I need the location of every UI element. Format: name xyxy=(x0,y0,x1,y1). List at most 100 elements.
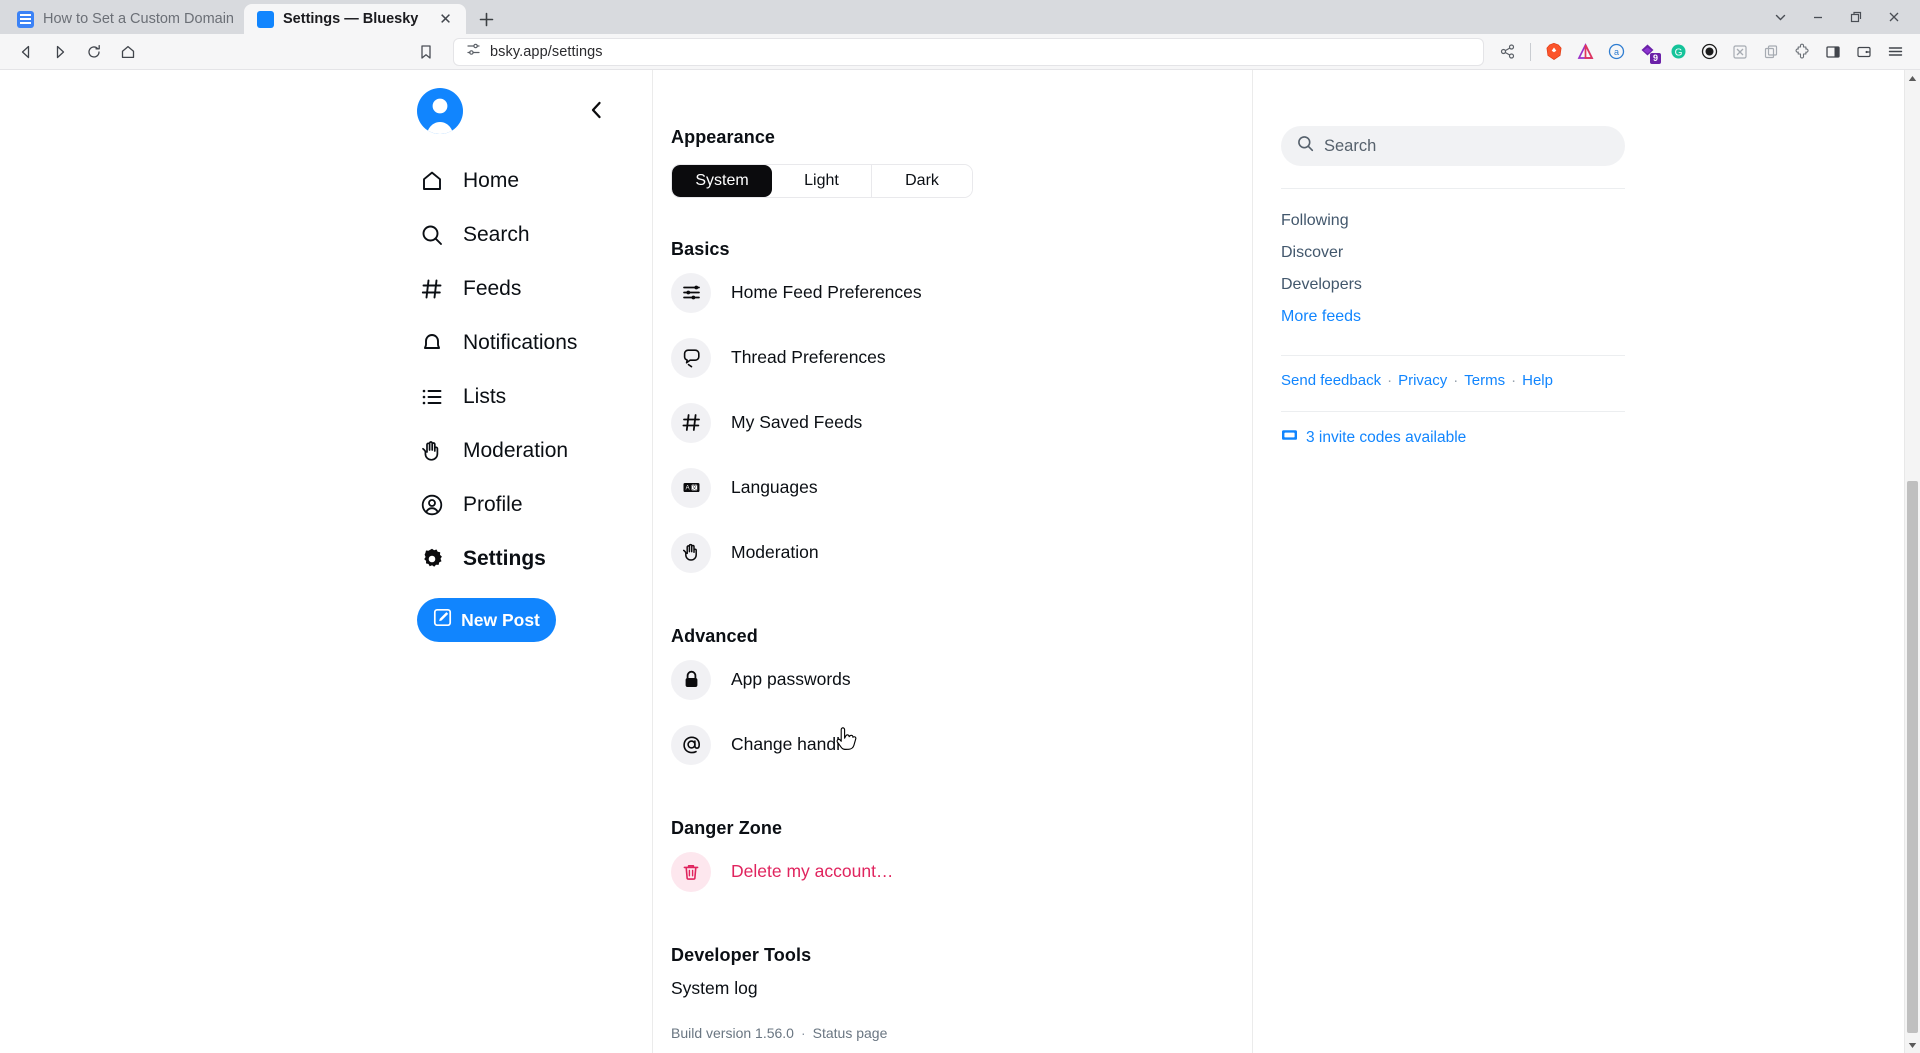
tab-list-chevron-icon[interactable] xyxy=(1762,4,1798,30)
amazon-assistant-icon[interactable]: a xyxy=(1601,38,1631,66)
home-icon[interactable] xyxy=(112,38,144,66)
toolbar-divider xyxy=(1530,43,1531,61)
invite-codes-link[interactable]: 3 invite codes available xyxy=(1281,428,1625,447)
settings-row-delete-my-account[interactable]: Delete my account… xyxy=(671,839,1212,904)
feed-link-following[interactable]: Following xyxy=(1281,205,1625,237)
feed-link-developers[interactable]: Developers xyxy=(1281,269,1625,301)
restore-button[interactable] xyxy=(1838,4,1874,30)
hand-icon xyxy=(419,439,445,463)
sidebar-item-feeds[interactable]: Feeds xyxy=(417,262,617,316)
document-icon xyxy=(17,11,34,28)
browser-extensions-area: a 9 G xyxy=(1492,38,1910,66)
footer-links: Send feedback · Privacy · Terms · Help xyxy=(1281,372,1625,389)
sliders-icon xyxy=(671,273,711,313)
scroll-up-arrow-icon[interactable] xyxy=(1908,70,1917,86)
hash-icon xyxy=(671,403,711,443)
settings-row-label: Change handle xyxy=(731,734,850,755)
browser-toolbar: bsky.app/settings a 9 G xyxy=(0,34,1920,70)
sidebar-item-lists[interactable]: Lists xyxy=(417,370,617,424)
address-bar[interactable]: bsky.app/settings xyxy=(453,38,1484,66)
share-icon[interactable] xyxy=(1492,38,1522,66)
bluesky-app: Home Search Feeds xyxy=(0,70,1904,1053)
settings-row-system-log[interactable]: System log xyxy=(671,966,1212,999)
sidebar-item-search[interactable]: Search xyxy=(417,208,617,262)
svg-text:a: a xyxy=(1613,47,1618,57)
menu-icon[interactable] xyxy=(1880,38,1910,66)
appearance-option-light[interactable]: Light xyxy=(772,165,872,197)
puzzle-extension-icon[interactable] xyxy=(1787,38,1817,66)
status-page-link[interactable]: Status page xyxy=(813,1025,888,1041)
purple-extension-icon[interactable]: 9 xyxy=(1632,38,1662,66)
scroll-down-arrow-icon[interactable] xyxy=(1908,1037,1917,1053)
tab-strip: How to Set a Custom Domain Settings — Bl… xyxy=(0,0,1920,34)
new-post-button[interactable]: New Post xyxy=(417,598,556,642)
sidebar-item-settings[interactable]: Settings xyxy=(417,532,617,586)
scrollbar-track[interactable] xyxy=(1905,86,1920,1037)
chevron-left-icon[interactable] xyxy=(581,95,611,125)
home-icon xyxy=(419,169,445,193)
close-icon[interactable]: ✕ xyxy=(436,10,455,29)
bluesky-icon xyxy=(257,11,274,28)
settings-row-languages[interactable]: A文 Languages xyxy=(671,455,1212,520)
search-icon xyxy=(419,223,445,247)
section-heading-appearance: Appearance xyxy=(671,127,1212,148)
search-input[interactable]: Search xyxy=(1281,126,1625,166)
tab-title: How to Set a Custom Domain xyxy=(43,11,233,27)
new-tab-button[interactable] xyxy=(472,5,500,33)
left-navigation: Home Search Feeds xyxy=(0,70,653,1053)
at-sign-icon xyxy=(671,725,711,765)
appearance-option-dark[interactable]: Dark xyxy=(872,165,972,197)
settings-row-label: Moderation xyxy=(731,542,819,563)
section-heading-basics: Basics xyxy=(671,239,1212,260)
avatar[interactable] xyxy=(417,88,463,134)
lock-icon xyxy=(671,660,711,700)
settings-row-moderation[interactable]: Moderation xyxy=(671,520,1212,585)
sidebar-item-label: Profile xyxy=(463,493,523,517)
sidebar-item-notifications[interactable]: Notifications xyxy=(417,316,617,370)
reload-icon[interactable] xyxy=(78,38,110,66)
browser-tab-inactive[interactable]: How to Set a Custom Domain xyxy=(4,4,244,34)
link-send-feedback[interactable]: Send feedback xyxy=(1281,372,1381,389)
x-extension-icon[interactable] xyxy=(1725,38,1755,66)
settings-footer: Build version 1.56.0 · Status page xyxy=(671,1025,1212,1041)
scrollbar-thumb[interactable] xyxy=(1907,481,1918,1033)
settings-row-change-handle[interactable]: Change handle xyxy=(671,712,1212,777)
settings-row-app-passwords[interactable]: App passwords xyxy=(671,647,1212,712)
brave-lion-icon[interactable] xyxy=(1539,38,1569,66)
link-privacy[interactable]: Privacy xyxy=(1398,372,1447,389)
back-arrow-icon[interactable] xyxy=(10,38,42,66)
browser-tab-active[interactable]: Settings — Bluesky ✕ xyxy=(244,4,466,34)
bookmark-icon[interactable] xyxy=(411,38,441,66)
settings-row-my-saved-feeds[interactable]: My Saved Feeds xyxy=(671,390,1212,455)
link-separator: · xyxy=(1387,372,1392,389)
appearance-option-system[interactable]: System xyxy=(672,165,772,197)
copy-extension-icon[interactable] xyxy=(1756,38,1786,66)
sidebar-item-profile[interactable]: Profile xyxy=(417,478,617,532)
sidebar-icon[interactable] xyxy=(1818,38,1848,66)
tab-title: Settings — Bluesky xyxy=(283,11,427,27)
page-scrollbar[interactable] xyxy=(1904,70,1920,1053)
feed-link-more-feeds[interactable]: More feeds xyxy=(1281,301,1625,333)
metamask-icon[interactable] xyxy=(1694,38,1724,66)
settings-row-thread-preferences[interactable]: Thread Preferences xyxy=(671,325,1212,390)
feed-link-discover[interactable]: Discover xyxy=(1281,237,1625,269)
link-separator: · xyxy=(1453,372,1458,389)
grammarly-icon[interactable]: G xyxy=(1663,38,1693,66)
minimize-button[interactable] xyxy=(1800,4,1836,30)
sidebar-item-label: Search xyxy=(463,223,530,247)
svg-text:G: G xyxy=(1674,47,1682,58)
sidebar-item-label: Moderation xyxy=(463,439,568,463)
forward-arrow-icon[interactable] xyxy=(44,38,76,66)
sidebar-item-moderation[interactable]: Moderation xyxy=(417,424,617,478)
wallet-icon[interactable] xyxy=(1849,38,1879,66)
close-button[interactable] xyxy=(1876,4,1912,30)
brave-rewards-icon[interactable] xyxy=(1570,38,1600,66)
link-terms[interactable]: Terms xyxy=(1464,372,1505,389)
settings-row-home-feed-preferences[interactable]: Home Feed Preferences xyxy=(671,260,1212,325)
link-help[interactable]: Help xyxy=(1522,372,1553,389)
sidebar-item-home[interactable]: Home xyxy=(417,154,617,208)
settings-row-label: Delete my account… xyxy=(731,861,893,882)
settings-row-label: Languages xyxy=(731,477,818,498)
settings-row-label: My Saved Feeds xyxy=(731,412,862,433)
sidebar-item-label: Lists xyxy=(463,385,506,409)
